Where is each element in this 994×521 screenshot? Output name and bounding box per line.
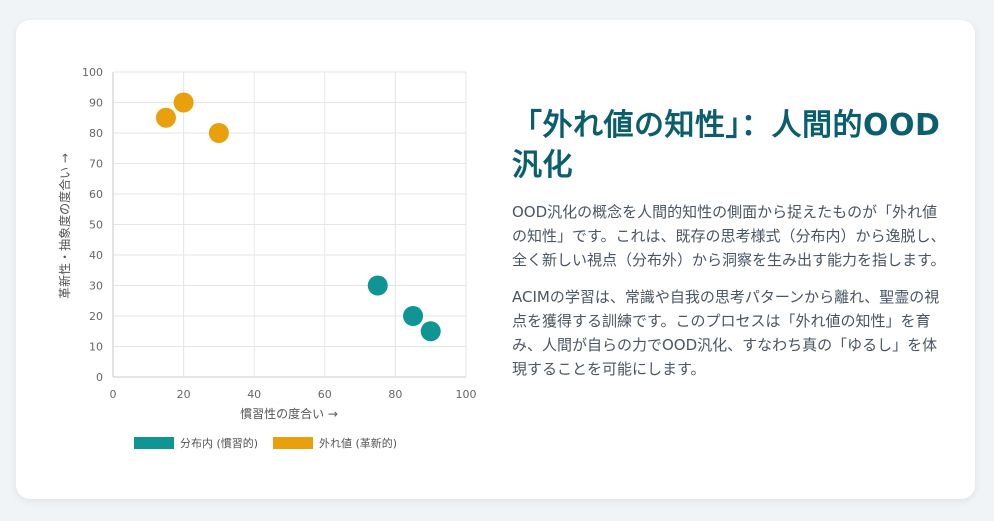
x-tick-label: 20 <box>177 388 191 401</box>
content-card: 0 10 20 30 40 50 60 70 80 90 100 0 20 40 60 80 100 慣習性の度… <box>16 20 975 499</box>
legend-label-outlier[interactable]: 外れ値 (革新的) <box>319 436 397 450</box>
paragraph-1: OOD汎化の概念を人間的知性の側面から捉えたものが「外れ値の知性」です。これは、… <box>512 203 946 269</box>
in-distribution-point <box>367 275 388 296</box>
outlier-point <box>173 92 194 113</box>
data-points <box>155 92 441 342</box>
paragraph-2: ACIMの学習は、常識や自我の思考パターンから離れ、聖霊の視点を獲得する訓練です… <box>512 288 940 378</box>
x-tick-label: 0 <box>110 388 117 401</box>
chart-legend[interactable]: 分布内 (慣習的) 外れ値 (革新的) <box>134 436 397 450</box>
x-axis-label: 慣習性の度合い → <box>240 406 338 421</box>
y-tick-label: 80 <box>89 127 103 140</box>
outlier-point <box>208 123 229 143</box>
y-tick-label: 70 <box>89 158 103 171</box>
y-tick-label: 60 <box>89 188 103 201</box>
legend-swatch-outlier[interactable] <box>273 437 313 449</box>
outlier-point <box>155 107 176 128</box>
in-distribution-point <box>403 306 424 326</box>
y-tick-label: 50 <box>89 219 103 232</box>
y-tick-label: 10 <box>89 341 103 354</box>
headline: 「外れ値の知性」：人間的OOD汎化 <box>512 108 941 183</box>
y-tick-label: 20 <box>89 310 103 323</box>
y-tick-label: 30 <box>89 280 103 293</box>
y-tick-label: 90 <box>89 97 103 110</box>
y-tick-label: 100 <box>82 66 103 79</box>
axis-ticks: 0 10 20 30 40 50 60 70 80 90 100 0 20 40 60 80 100 <box>82 66 477 401</box>
legend-label-in-distribution[interactable]: 分布内 (慣習的) <box>180 436 258 450</box>
legend-swatch-in-distribution[interactable] <box>134 437 174 449</box>
in-distribution-point <box>420 321 441 342</box>
x-tick-label: 100 <box>456 388 477 401</box>
y-tick-label: 40 <box>89 249 103 262</box>
scatter-chart: 0 10 20 30 40 50 60 70 80 90 100 0 20 40 60 80 100 慣習性の度… <box>57 66 477 450</box>
text-panel: 「外れ値の知性」：人間的OOD汎化 OOD汎化の概念を人間的知性の側面から捉えた… <box>512 106 948 394</box>
x-tick-label: 40 <box>247 388 261 401</box>
y-axis-label: 革新性・抽象度の度合い → <box>57 153 72 299</box>
x-tick-label: 80 <box>388 388 402 401</box>
y-tick-label: 0 <box>96 371 103 384</box>
x-tick-label: 60 <box>318 388 332 401</box>
